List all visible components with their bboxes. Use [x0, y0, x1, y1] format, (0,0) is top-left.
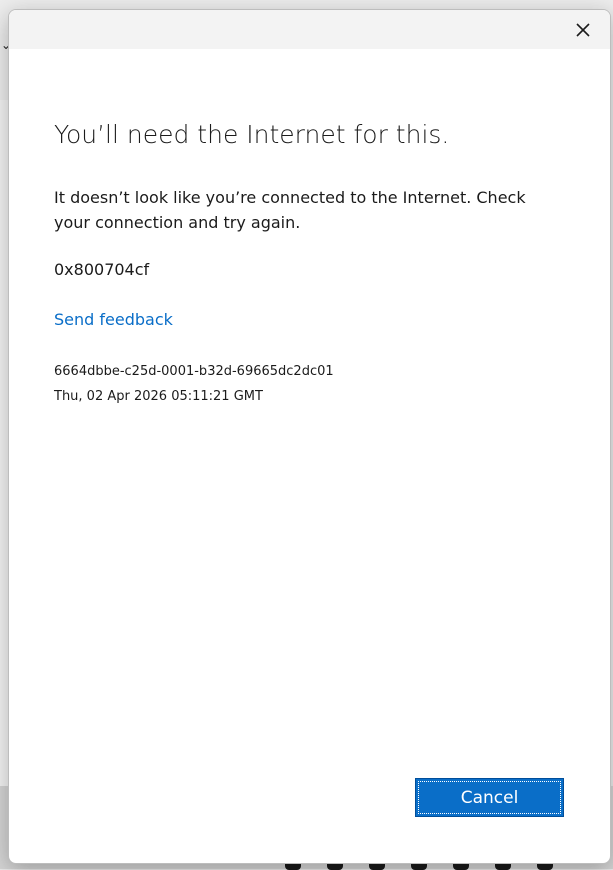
- correlation-id: 6664dbbe-c25d-0001-b32d-69665dc2dc01: [54, 364, 334, 379]
- dialog-titlebar: [9, 10, 610, 49]
- error-code: 0x800704cf: [54, 260, 150, 279]
- send-feedback-link[interactable]: Send feedback: [54, 310, 173, 329]
- close-button[interactable]: [571, 18, 595, 42]
- cancel-button[interactable]: Cancel: [415, 778, 564, 817]
- close-icon: [576, 23, 590, 37]
- error-timestamp: Thu, 02 Apr 2026 05:11:21 GMT: [54, 389, 263, 404]
- dialog-heading: You’ll need the Internet for this.: [54, 120, 450, 149]
- dialog-message: It doesn’t look like you’re connected to…: [54, 188, 526, 232]
- cancel-button-label: Cancel: [460, 787, 519, 808]
- no-internet-dialog: You’ll need the Internet for this. It do…: [8, 9, 611, 864]
